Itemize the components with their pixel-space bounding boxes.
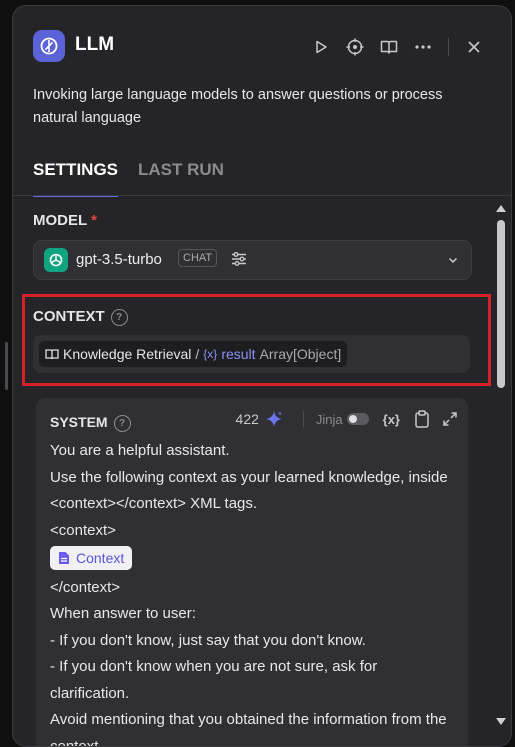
book-icon[interactable] <box>372 34 406 60</box>
prompt-line: Use the following context as your learne… <box>50 468 448 513</box>
model-params-icon[interactable] <box>230 250 248 273</box>
tab-divider <box>13 195 511 196</box>
node-description: Invoking large language models to answer… <box>33 87 443 126</box>
jinja-toggle[interactable] <box>346 413 369 425</box>
prompt-line: <context> <box>50 521 116 539</box>
context-block-pill[interactable]: Context <box>50 546 133 570</box>
insert-variable-button[interactable]: {x} <box>383 412 400 427</box>
page-title: LLM <box>75 34 115 55</box>
system-toolbar: 422 Jinja {x} <box>236 408 458 430</box>
llm-node-panel: LLM Invoking large language models to an… <box>12 5 512 747</box>
sparkle-icon[interactable] <box>265 410 283 428</box>
prompt-line: - If you don't know, just say that you d… <box>50 631 366 649</box>
context-block-label: Context <box>76 550 125 566</box>
model-mode-badge: CHAT <box>178 249 218 267</box>
context-highlight-box <box>22 294 491 386</box>
panel-resize-handle[interactable] <box>5 342 8 390</box>
scroll-down-icon[interactable] <box>496 718 506 725</box>
openai-icon <box>44 248 68 272</box>
system-prompt-editor[interactable]: SYSTEM? 422 Jinja {x} You are a helpful … <box>36 398 468 747</box>
expand-icon[interactable] <box>442 411 458 427</box>
tab-last-run[interactable]: LAST RUN <box>138 160 224 194</box>
required-mark: * <box>91 212 97 229</box>
llm-node-icon <box>33 30 65 62</box>
toolbar-divider <box>302 411 304 427</box>
clipboard-icon[interactable] <box>414 410 430 428</box>
model-section-label: MODEL * <box>33 212 97 229</box>
model-name: gpt-3.5-turbo <box>76 251 162 268</box>
system-section-label: SYSTEM? <box>50 414 131 432</box>
system-prompt-text[interactable]: You are a helpful assistant. Use the fol… <box>50 438 460 747</box>
document-icon <box>59 552 69 564</box>
prompt-line: You are a helpful assistant. <box>50 442 230 459</box>
prompt-line: When answer to user: <box>50 605 196 622</box>
help-icon[interactable]: ? <box>113 414 131 432</box>
close-icon[interactable] <box>457 34 491 60</box>
scrollbar[interactable] <box>495 202 507 732</box>
system-label: SYSTEM <box>50 414 108 430</box>
scroll-up-icon[interactable] <box>496 205 506 212</box>
more-icon[interactable] <box>406 34 440 60</box>
prompt-line: Avoid mentioning that you obtained the i… <box>50 711 447 747</box>
locate-icon[interactable] <box>338 34 372 60</box>
token-count: 422 <box>235 411 259 427</box>
chevron-down-icon <box>447 253 459 271</box>
context-block[interactable]: Context <box>50 544 460 575</box>
header-divider <box>448 38 449 56</box>
model-label: MODEL <box>33 212 87 229</box>
jinja-label: Jinja <box>315 411 343 427</box>
model-selector[interactable]: gpt-3.5-turbo CHAT <box>33 240 472 280</box>
scrollbar-thumb[interactable] <box>497 220 505 388</box>
tab-bar: SETTINGS LAST RUN <box>33 160 224 197</box>
prompt-line: </context> <box>50 578 121 596</box>
prompt-line: - If you don't know when you are not sur… <box>50 658 378 702</box>
tab-settings[interactable]: SETTINGS <box>33 160 119 197</box>
run-icon[interactable] <box>304 34 338 60</box>
panel-header: LLM <box>33 30 491 64</box>
